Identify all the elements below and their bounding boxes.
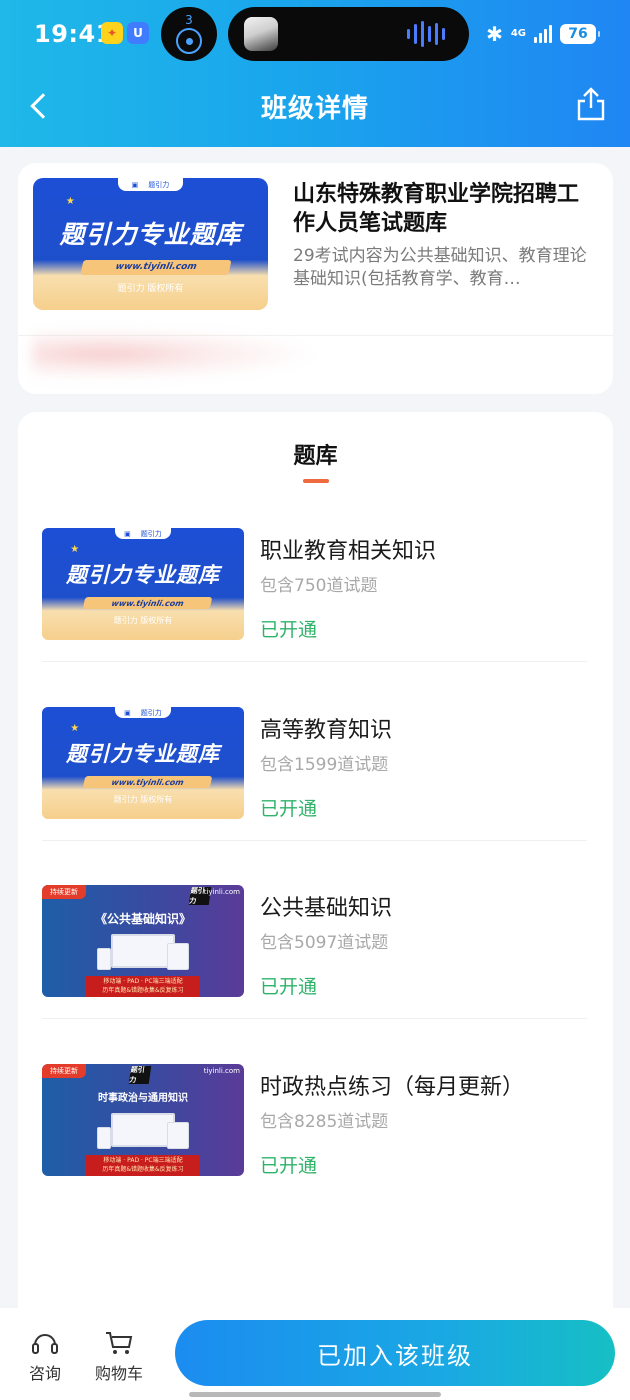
cover-main-text: 题引力专业题库 (66, 742, 220, 767)
item-name: 时政热点练习（每月更新） (260, 1075, 525, 1100)
signal-icon (534, 25, 552, 43)
consult-button[interactable]: 咨询 (15, 1330, 75, 1384)
cover-main-text: 题引力专业题库 (59, 219, 242, 249)
cover-url: www.tiyinli.com (80, 259, 232, 275)
cover-logo-text: 题引力 (148, 180, 170, 189)
item-name: 公共基础知识 (260, 896, 393, 921)
page-title: 班级详情 (260, 94, 369, 124)
joined-class-button[interactable]: 已加入该班级 (175, 1320, 615, 1386)
home-indicator (189, 1392, 441, 1397)
monitor-icon (110, 1113, 176, 1147)
cover-ribbon-line: 历年真题&错题收集&反复练习 (102, 1165, 184, 1173)
status-bar: 19:41 ✦ U 3 ✱ 4G 76 (0, 0, 630, 68)
item-status: 已开通 (260, 798, 318, 820)
item-status: 已开通 (260, 619, 318, 641)
cover-ribbon-line: 移动端 · PAD · PC端三端适配 (103, 1156, 183, 1164)
phone-icon (96, 947, 111, 971)
monitor-icon (110, 934, 176, 968)
battery-icon: 76 (560, 24, 600, 44)
share-icon (577, 87, 605, 121)
course-description: 29考试内容为公共基础知识、教育理论基础知识(包括教育学、教育… (293, 246, 587, 289)
bluetooth-icon: ✱ (486, 22, 503, 46)
tablet-icon (167, 943, 190, 971)
item-status: 已开通 (260, 976, 318, 998)
status-icons: ✱ 4G 76 (486, 22, 600, 46)
item-count: 包含5097道试题 (260, 933, 389, 953)
cover-url: www.tiyinli.com (83, 597, 213, 610)
now-playing-thumbnail (244, 17, 278, 51)
consult-label: 咨询 (28, 1364, 61, 1383)
cover-title: 《公共基础知识》 (94, 911, 191, 926)
cover-title: 时事政治与通用知识 (98, 1092, 188, 1104)
dynamic-island (228, 7, 469, 61)
list-item[interactable]: 持续更新 题引力 tiyinli.com 《公共基础知识》 移动端 · PAD … (42, 885, 587, 1019)
item-name: 职业教育相关知识 (260, 539, 437, 564)
cover-brand: tiyinli.com (203, 1067, 240, 1075)
cover-main-text: 题引力专业题库 (66, 563, 220, 588)
cart-label: 购物车 (94, 1364, 143, 1383)
star-icon: ★ (65, 196, 75, 208)
broadcast-icon (176, 28, 202, 54)
app-shield-icon: U (127, 22, 149, 44)
cover-tag: 持续更新 (42, 885, 86, 899)
cart-icon (104, 1330, 134, 1356)
cover-logo-text: 题引力 (140, 708, 162, 717)
star-icon: ★ (70, 722, 80, 734)
blurred-price-area (32, 328, 322, 380)
cart-button[interactable]: 购物车 (89, 1330, 149, 1384)
cover-brand: tiyinli.com (203, 888, 240, 896)
item-cover-image: ▣ 题引力 ★ 题引力专业题库 www.tiyinli.com 题引力 版权所有 (42, 528, 244, 640)
cover-logo-text: 题引力 (140, 529, 162, 538)
cover-ribbon: 移动端 · PAD · PC端三端适配 历年真题&错题收集&反复练习 (86, 1154, 200, 1176)
divider (42, 1018, 587, 1019)
course-title: 山东特殊教育职业学院招聘工作人员笔试题库 (293, 182, 580, 236)
list-item[interactable]: ▣ 题引力 ★ 题引力专业题库 www.tiyinli.com 题引力 版权所有 … (42, 528, 587, 662)
broadcast-indicator: 3 (161, 7, 217, 61)
list-item[interactable]: ▣ 题引力 ★ 题引力专业题库 www.tiyinli.com 题引力 版权所有 … (42, 707, 587, 841)
item-cover-image: 持续更新 题引力 tiyinli.com 时事政治与通用知识 移动端 · PAD… (42, 1064, 244, 1176)
item-count: 包含8285道试题 (260, 1112, 389, 1132)
item-cover-image: ▣ 题引力 ★ 题引力专业题库 www.tiyinli.com 题引力 版权所有 (42, 707, 244, 819)
course-summary-card[interactable]: ▣ 题引力 ★ 题引力专业题库 www.tiyinli.com 题引力 版权所有 … (18, 163, 613, 394)
broadcast-count: 3 (185, 13, 193, 27)
cover-copyright: 题引力 版权所有 (113, 795, 173, 805)
item-cover-image: 持续更新 题引力 tiyinli.com 《公共基础知识》 移动端 · PAD … (42, 885, 244, 997)
cover-url: www.tiyinli.com (83, 776, 213, 789)
bottom-action-bar: 咨询 购物车 已加入该班级 (0, 1308, 630, 1400)
course-cover-image: ▣ 题引力 ★ 题引力专业题库 www.tiyinli.com 题引力 版权所有 (33, 178, 268, 310)
question-bank-section: 题库 ▣ 题引力 ★ 题引力专业题库 www.tiyinli.com 题引力 版权… (18, 412, 613, 1332)
cover-tag: 持续更新 (42, 1064, 86, 1078)
network-type: 4G (510, 28, 526, 39)
divider (42, 661, 587, 662)
cover-ribbon-line: 历年真题&错题收集&反复练习 (102, 986, 184, 994)
tab-active-indicator (303, 479, 329, 483)
phone-icon (96, 1126, 111, 1150)
star-icon: ★ (70, 543, 80, 555)
audio-wave-icon (407, 21, 445, 47)
cover-brand-logo: 题引力 (128, 1066, 152, 1084)
item-status: 已开通 (260, 1155, 318, 1177)
list-item[interactable]: 持续更新 题引力 tiyinli.com 时事政治与通用知识 移动端 · PAD… (42, 1064, 587, 1184)
item-name: 高等教育知识 (260, 718, 393, 743)
share-button[interactable] (576, 86, 606, 122)
app-notification-icon: ✦ (101, 22, 123, 44)
cover-ribbon: 移动端 · PAD · PC端三端适配 历年真题&错题收集&反复练习 (86, 975, 200, 997)
cover-logo-tab: ▣ 题引力 (114, 707, 172, 719)
header: 19:41 ✦ U 3 ✱ 4G 76 班级详情 (0, 0, 630, 147)
cover-ribbon-line: 移动端 · PAD · PC端三端适配 (103, 977, 183, 985)
battery-level: 76 (568, 26, 588, 42)
tablet-icon (167, 1122, 190, 1150)
cover-logo-tab: ▣ 题引力 (117, 178, 184, 192)
cover-logo-tab: ▣ 题引力 (114, 528, 172, 540)
headset-icon (30, 1330, 60, 1356)
item-count: 包含750道试题 (260, 576, 378, 596)
divider (42, 840, 587, 841)
tab-question-bank[interactable]: 题库 (18, 438, 613, 470)
cover-copyright: 题引力 版权所有 (113, 616, 173, 626)
cover-copyright: 题引力 版权所有 (117, 283, 184, 294)
item-count: 包含1599道试题 (260, 755, 389, 775)
